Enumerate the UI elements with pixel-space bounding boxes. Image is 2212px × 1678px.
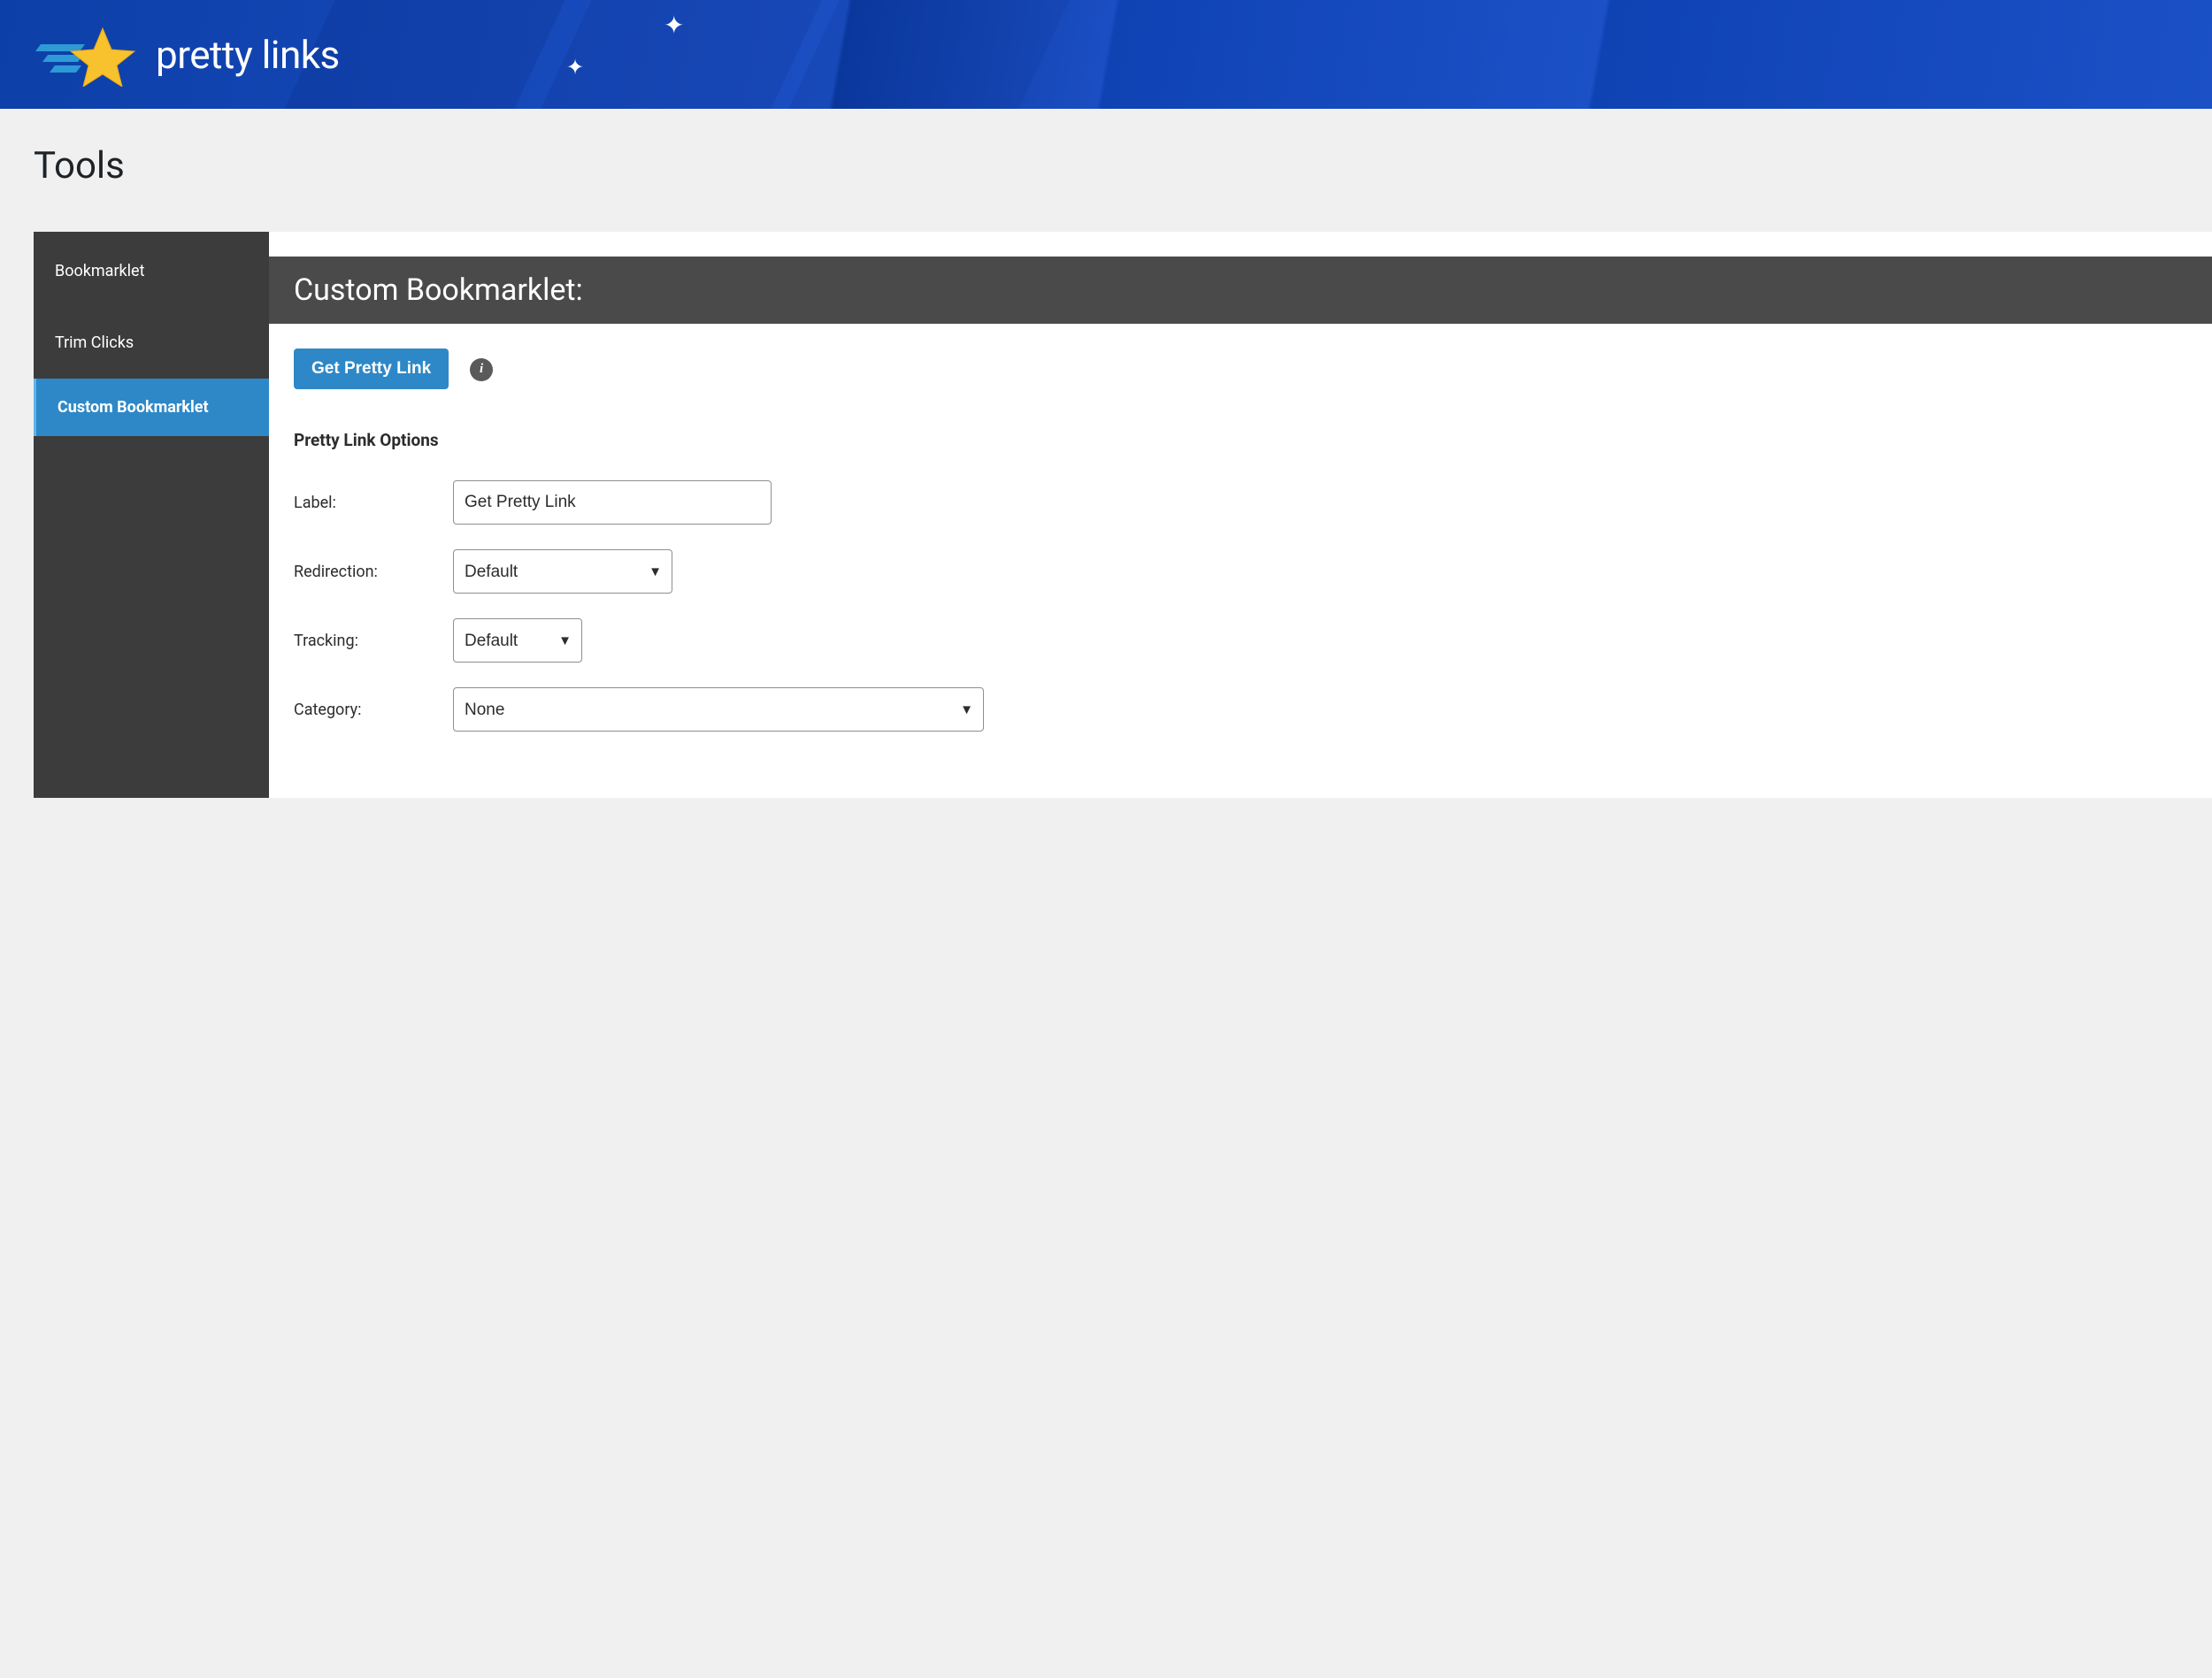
info-icon[interactable]: i bbox=[470, 358, 493, 381]
decorative-diagonal bbox=[788, 0, 1069, 109]
category-label: Category: bbox=[294, 701, 453, 719]
sidebar-item-custom-bookmarklet[interactable]: Custom Bookmarklet bbox=[34, 379, 269, 436]
category-row: Category: None ▼ bbox=[294, 675, 2187, 744]
category-select[interactable]: None bbox=[453, 687, 984, 732]
sparkle-icon: ✦ bbox=[664, 11, 684, 40]
brand-text: pretty links bbox=[156, 32, 340, 78]
sidebar-item-bookmarklet[interactable]: Bookmarklet bbox=[34, 232, 269, 307]
options-form: Label: Redirection: Default ▼ Tracking: bbox=[294, 468, 2187, 744]
tracking-row: Tracking: Default ▼ bbox=[294, 606, 2187, 675]
get-pretty-link-button[interactable]: Get Pretty Link bbox=[294, 349, 449, 389]
main-panel: Custom Bookmarklet: Get Pretty Link i Pr… bbox=[269, 232, 2212, 798]
redirection-row: Redirection: Default ▼ bbox=[294, 537, 2187, 606]
star-wings-icon bbox=[34, 23, 140, 87]
label-input[interactable] bbox=[453, 480, 772, 525]
redirection-label: Redirection: bbox=[294, 563, 453, 581]
app-header-banner: ✦ ✦ pretty links bbox=[0, 0, 2212, 109]
panel-header: Custom Bookmarklet: bbox=[269, 257, 2212, 324]
redirection-select[interactable]: Default bbox=[453, 549, 672, 594]
label-label: Label: bbox=[294, 494, 453, 512]
brand-logo: pretty links bbox=[34, 23, 340, 87]
sparkle-icon: ✦ bbox=[566, 55, 584, 80]
tracking-label: Tracking: bbox=[294, 632, 453, 650]
page-title: Tools bbox=[0, 109, 2212, 196]
content-wrapper: Bookmarklet Trim Clicks Custom Bookmarkl… bbox=[34, 232, 2212, 798]
tools-sidebar: Bookmarklet Trim Clicks Custom Bookmarkl… bbox=[34, 232, 269, 798]
tracking-select[interactable]: Default bbox=[453, 618, 582, 663]
sidebar-item-trim-clicks[interactable]: Trim Clicks bbox=[34, 307, 269, 379]
options-heading: Pretty Link Options bbox=[294, 430, 2187, 450]
label-row: Label: bbox=[294, 468, 2187, 537]
